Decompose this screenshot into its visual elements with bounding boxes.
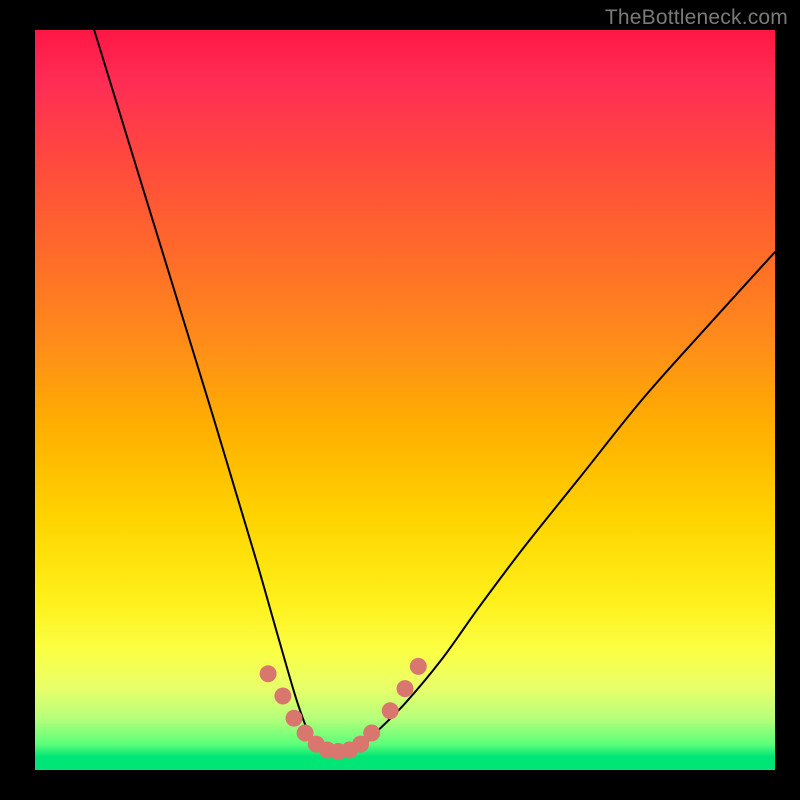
highlight-dot <box>410 658 427 675</box>
watermark-label: TheBottleneck.com <box>605 6 788 30</box>
highlight-dot <box>397 680 414 697</box>
bottleneck-curve-path <box>94 30 775 756</box>
plot-area <box>35 30 775 770</box>
chart-frame: TheBottleneck.com <box>0 0 800 800</box>
highlight-dot <box>260 665 277 682</box>
highlight-dot <box>363 725 380 742</box>
highlight-dot <box>286 710 303 727</box>
highlight-dot <box>274 688 291 705</box>
curve-svg <box>35 30 775 770</box>
highlight-dot <box>382 702 399 719</box>
